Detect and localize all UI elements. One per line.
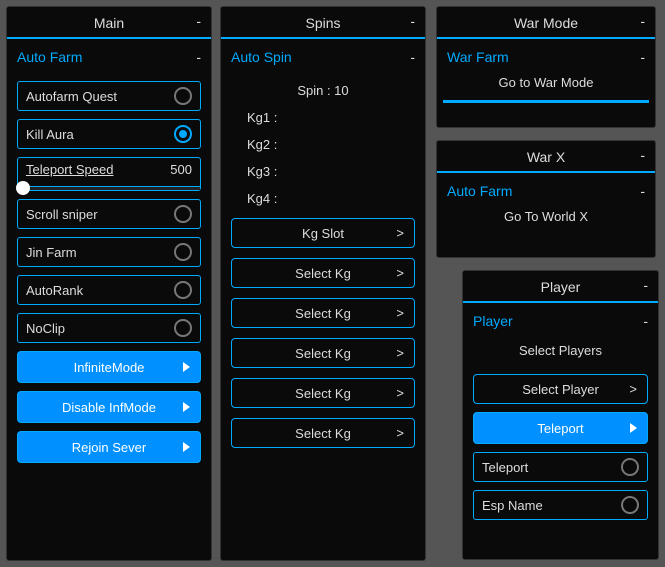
panel-player-body: Select Players Select Player > Teleport … bbox=[463, 331, 658, 530]
button-infinitemode[interactable]: InfiniteMode bbox=[17, 351, 201, 383]
chevron-right-icon: > bbox=[396, 346, 404, 361]
toggle-esp-name[interactable]: Esp Name bbox=[473, 490, 648, 520]
kg3-label: Kg3 : bbox=[231, 154, 415, 181]
button-rejoin-server[interactable]: Rejoin Sever bbox=[17, 431, 201, 463]
collapse-icon[interactable]: - bbox=[410, 13, 415, 29]
arrow-right-icon bbox=[183, 442, 190, 452]
collapse-icon[interactable]: - bbox=[643, 277, 648, 293]
panel-warx-title[interactable]: War X - bbox=[437, 141, 655, 173]
toggle-teleport[interactable]: Teleport bbox=[473, 452, 648, 482]
chevron-right-icon: > bbox=[396, 306, 404, 321]
select-player[interactable]: Select Player > bbox=[473, 374, 648, 404]
button-disable-infmode[interactable]: Disable InfMode bbox=[17, 391, 201, 423]
section-warx-autofarm: Auto Farm - bbox=[437, 173, 655, 201]
section-collapse-icon[interactable]: - bbox=[196, 49, 201, 65]
section-collapse-icon[interactable]: - bbox=[640, 49, 645, 65]
section-collapse-icon[interactable]: - bbox=[640, 183, 645, 199]
radio-icon bbox=[174, 319, 192, 337]
panel-main: Main - Auto Farm - Autofarm Quest Kill A… bbox=[6, 6, 212, 561]
button-teleport[interactable]: Teleport bbox=[473, 412, 648, 444]
go-to-world-x[interactable]: Go To World X bbox=[437, 201, 655, 232]
toggle-scroll-sniper[interactable]: Scroll sniper bbox=[17, 199, 201, 229]
go-to-war-mode[interactable]: Go to War Mode bbox=[437, 67, 655, 98]
collapse-icon[interactable]: - bbox=[640, 13, 645, 29]
panel-spins-title[interactable]: Spins - bbox=[221, 7, 425, 39]
toggle-autorank[interactable]: AutoRank bbox=[17, 275, 201, 305]
select-kg-4[interactable]: Select Kg > bbox=[231, 378, 415, 408]
section-collapse-icon[interactable]: - bbox=[410, 49, 415, 65]
spin-count: Spin : 10 bbox=[231, 73, 415, 100]
section-autofarm: Auto Farm - bbox=[7, 39, 211, 67]
select-players-label: Select Players bbox=[473, 337, 648, 364]
radio-icon bbox=[174, 87, 192, 105]
chevron-right-icon: > bbox=[396, 226, 404, 241]
arrow-right-icon bbox=[183, 402, 190, 412]
slider-teleport-speed[interactable]: Teleport Speed 500 bbox=[17, 157, 201, 191]
radio-icon bbox=[621, 496, 639, 514]
kg4-label: Kg4 : bbox=[231, 181, 415, 208]
section-player: Player - bbox=[463, 303, 658, 331]
panel-spins-body: Spin : 10 Kg1 : Kg2 : Kg3 : Kg4 : Kg Slo… bbox=[221, 67, 425, 458]
toggle-noclip[interactable]: NoClip bbox=[17, 313, 201, 343]
select-kg-5[interactable]: Select Kg > bbox=[231, 418, 415, 448]
radio-icon bbox=[174, 125, 192, 143]
panel-main-title[interactable]: Main - bbox=[7, 7, 211, 39]
arrow-right-icon bbox=[183, 362, 190, 372]
select-kg-1[interactable]: Select Kg > bbox=[231, 258, 415, 288]
section-collapse-icon[interactable]: - bbox=[643, 313, 648, 329]
radio-icon bbox=[621, 458, 639, 476]
radio-icon bbox=[174, 281, 192, 299]
chevron-right-icon: > bbox=[396, 426, 404, 441]
slider-thumb[interactable] bbox=[16, 181, 30, 195]
panel-spins: Spins - Auto Spin - Spin : 10 Kg1 : Kg2 … bbox=[220, 6, 426, 561]
collapse-icon[interactable]: - bbox=[196, 13, 201, 29]
select-kg-slot[interactable]: Kg Slot > bbox=[231, 218, 415, 248]
toggle-jin-farm[interactable]: Jin Farm bbox=[17, 237, 201, 267]
chevron-right-icon: > bbox=[396, 266, 404, 281]
toggle-autofarm-quest[interactable]: Autofarm Quest bbox=[17, 81, 201, 111]
panel-player: Player - Player - Select Players Select … bbox=[462, 270, 659, 560]
radio-icon bbox=[174, 205, 192, 223]
chevron-right-icon: > bbox=[396, 386, 404, 401]
kg1-label: Kg1 : bbox=[231, 100, 415, 127]
chevron-right-icon: > bbox=[629, 382, 637, 397]
title-text: Main bbox=[94, 15, 124, 31]
section-warfarm: War Farm - bbox=[437, 39, 655, 67]
toggle-kill-aura[interactable]: Kill Aura bbox=[17, 119, 201, 149]
select-kg-2[interactable]: Select Kg > bbox=[231, 298, 415, 328]
panel-warx: War X - Auto Farm - Go To World X bbox=[436, 140, 656, 258]
panel-warmode-title[interactable]: War Mode - bbox=[437, 7, 655, 39]
radio-icon bbox=[174, 243, 192, 261]
panel-player-title[interactable]: Player - bbox=[463, 271, 658, 303]
section-autospin: Auto Spin - bbox=[221, 39, 425, 67]
panel-main-body: Autofarm Quest Kill Aura Teleport Speed … bbox=[7, 67, 211, 473]
divider bbox=[443, 100, 649, 103]
arrow-right-icon bbox=[630, 423, 637, 433]
collapse-icon[interactable]: - bbox=[640, 147, 645, 163]
kg2-label: Kg2 : bbox=[231, 127, 415, 154]
panel-warmode: War Mode - War Farm - Go to War Mode bbox=[436, 6, 656, 128]
select-kg-3[interactable]: Select Kg > bbox=[231, 338, 415, 368]
